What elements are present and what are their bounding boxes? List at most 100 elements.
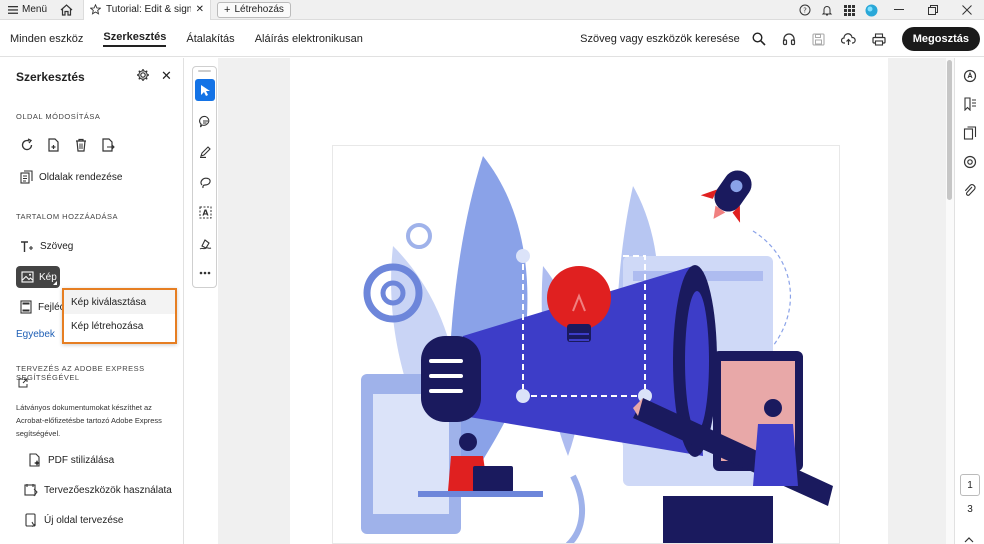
apps-button[interactable]	[838, 0, 860, 20]
highlight-tool-button[interactable]	[195, 140, 215, 162]
minimize-button[interactable]	[882, 0, 916, 20]
tab-all-tools-label: Minden eszköz	[10, 32, 84, 45]
toolstrip-handle[interactable]	[198, 70, 211, 72]
menu-button[interactable]: Menü	[0, 0, 55, 20]
tab-close-icon[interactable]: ✕	[196, 4, 204, 15]
restore-icon	[928, 5, 938, 15]
tab-all-tools[interactable]: Minden eszköz	[0, 21, 93, 57]
notifications-button[interactable]	[816, 0, 838, 20]
ai-assistant-icon	[963, 69, 977, 83]
select-tool-button[interactable]	[195, 79, 215, 101]
add-image-button[interactable]: Kép	[16, 266, 60, 288]
new-tab-label: Létrehozás	[234, 4, 284, 15]
vertical-scrollbar[interactable]	[946, 58, 954, 544]
text-box-icon: A	[199, 206, 211, 218]
text-box-tool-button[interactable]: A	[195, 201, 215, 223]
document-canvas[interactable]	[218, 58, 946, 544]
star-icon	[90, 4, 102, 15]
gear-icon	[137, 69, 149, 81]
search-label[interactable]: Szöveg vagy eszközök keresése	[580, 33, 740, 45]
section-express-label: TERVEZÉS AZ ADOBE EXPRESS SEGÍTSÉGÉVEL	[16, 364, 145, 382]
print-button[interactable]	[866, 26, 892, 52]
insert-page-icon	[48, 138, 59, 152]
bookmark-list-icon	[964, 97, 976, 111]
design-tools-button[interactable]: Tervezőeszközök használata	[24, 483, 172, 497]
current-page-input[interactable]: 1	[960, 474, 980, 496]
image-dropdown-menu: Kép kiválasztása Kép létrehozása	[62, 288, 177, 344]
menu-item-create-image[interactable]: Kép létrehozása	[64, 314, 175, 338]
document-illustration[interactable]	[332, 145, 840, 544]
sign-tool-button[interactable]	[195, 232, 215, 254]
home-button[interactable]	[55, 0, 77, 20]
add-text-button[interactable]: Szöveg	[20, 240, 73, 253]
save-button[interactable]	[806, 26, 832, 52]
tab-bar: Menü Tutorial: Edit & sign ... ✕ + Létre…	[0, 0, 984, 20]
section-page-label: OLDAL MÓDOSÍTÁSA	[16, 112, 101, 121]
stylize-pdf-label: PDF stilizálása	[48, 454, 115, 466]
more-tools-button[interactable]	[195, 262, 215, 284]
help-button[interactable]: ?	[794, 0, 816, 20]
search-button[interactable]	[746, 26, 772, 52]
panel-title: Szerkesztés	[16, 70, 85, 84]
page-tools-row	[20, 138, 115, 155]
tab-document[interactable]: Tutorial: Edit & sign ... ✕	[83, 0, 212, 20]
paperclip-icon	[964, 184, 976, 196]
restore-button[interactable]	[916, 0, 950, 20]
cloud-upload-icon	[841, 32, 856, 45]
tab-edit[interactable]: Szerkesztés	[93, 21, 176, 57]
share-button[interactable]: Megosztás	[901, 27, 980, 51]
tab-convert[interactable]: Átalakítás	[176, 21, 244, 57]
comment-tool-button[interactable]	[195, 110, 215, 132]
bookmarks-button[interactable]	[962, 96, 978, 112]
cursor-icon	[200, 84, 210, 96]
page-up-button[interactable]	[964, 532, 974, 544]
layers-button[interactable]	[962, 154, 978, 170]
insert-page-button[interactable]	[47, 138, 61, 155]
express-description: Látványos dokumentumokat készíthet az Ac…	[16, 403, 162, 438]
profile-button[interactable]	[860, 0, 882, 20]
stylize-pdf-button[interactable]: PDF stilizálása	[28, 453, 114, 467]
scrollbar-thumb[interactable]	[947, 60, 952, 200]
menu-item-select-image[interactable]: Kép kiválasztása	[64, 290, 175, 314]
tab-esign[interactable]: Aláírás elektronikusan	[245, 21, 373, 57]
upload-button[interactable]	[836, 26, 862, 52]
pages-icon	[963, 126, 977, 140]
header-footer-button[interactable]: Fejléc	[20, 300, 65, 314]
trash-icon	[76, 138, 86, 152]
pages-thumbnails-button[interactable]	[962, 125, 978, 141]
hamburger-icon	[8, 5, 18, 14]
design-tools-icon	[24, 484, 38, 497]
chevron-up-icon	[964, 537, 974, 543]
external-link-button[interactable]	[18, 377, 28, 391]
menu-label: Menü	[22, 4, 48, 15]
settings-button[interactable]	[136, 68, 150, 85]
read-aloud-button[interactable]	[776, 26, 802, 52]
reorder-pages-icon	[20, 170, 33, 184]
reorder-pages-button[interactable]: Oldalak rendezése	[20, 170, 122, 184]
more-tools-link[interactable]: Egyebek	[16, 329, 55, 340]
main-toolbar: Minden eszköz Szerkesztés Átalakítás Alá…	[0, 21, 984, 57]
attachments-button[interactable]	[962, 183, 978, 199]
draw-tool-button[interactable]	[195, 171, 215, 193]
close-panel-icon[interactable]: ✕	[161, 68, 172, 84]
add-image-label: Kép	[39, 271, 57, 283]
right-rail: 1 3	[954, 58, 984, 544]
help-icon: ?	[799, 4, 811, 16]
tab-esign-label: Aláírás elektronikusan	[254, 32, 363, 45]
apps-grid-icon	[843, 4, 855, 16]
stylize-icon	[29, 453, 40, 467]
extract-page-button[interactable]	[101, 138, 115, 155]
signature-icon	[199, 238, 211, 249]
delete-page-button[interactable]	[74, 138, 88, 155]
add-text-label: Szöveg	[40, 241, 74, 252]
design-new-page-button[interactable]: Új oldal tervezése	[24, 513, 123, 527]
rotate-page-button[interactable]	[20, 138, 34, 155]
total-pages: 3	[967, 504, 973, 515]
new-tab-button[interactable]: + Létrehozás	[217, 1, 291, 18]
text-tool-icon	[21, 241, 33, 252]
rotate-icon	[21, 138, 33, 151]
ai-assistant-button[interactable]	[962, 68, 978, 84]
close-window-button[interactable]	[950, 0, 984, 20]
save-icon	[812, 32, 825, 46]
bell-icon	[821, 6, 833, 16]
